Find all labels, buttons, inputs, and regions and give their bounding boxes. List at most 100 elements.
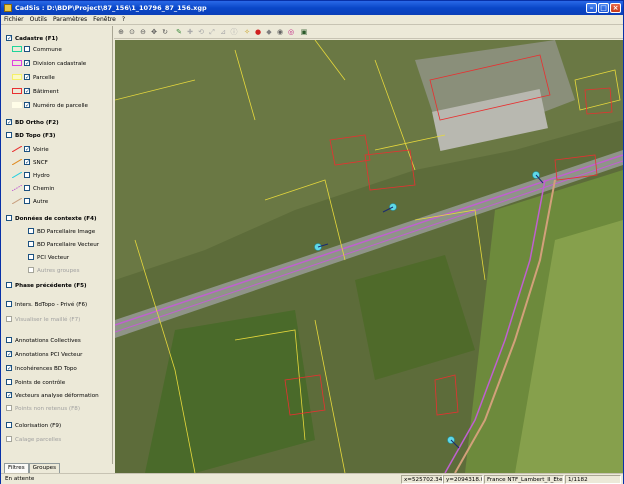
layer-voirie[interactable]: ✓ Voirie: [12, 145, 49, 155]
legend-line: [12, 171, 22, 178]
checkbox[interactable]: ✓: [24, 59, 30, 66]
checkbox[interactable]: [6, 281, 12, 288]
legend-swatch: [12, 45, 22, 52]
layer-vecteurs[interactable]: ✓ Vecteurs analyse déformation: [6, 391, 99, 401]
rotate-icon[interactable]: ⟲: [196, 27, 206, 37]
menu-help[interactable]: ?: [119, 15, 128, 25]
layer-points[interactable]: Points de contrôle: [6, 378, 65, 388]
title-bar: CadSis : D:\BDP\Project\87_156\1_10796_8…: [1, 1, 623, 15]
projection: France NTF_Lambert_II_Etendu: [484, 475, 564, 484]
info-icon[interactable]: ⓘ: [229, 27, 239, 37]
image-icon[interactable]: ▣: [299, 27, 309, 37]
move-icon[interactable]: ✚: [185, 27, 195, 37]
menu-bar: Fichier Outils Paramètres Fenêtre?: [1, 15, 623, 25]
tab-filtres[interactable]: Filtres: [4, 463, 29, 473]
menu-fenetre[interactable]: Fenêtre: [90, 15, 119, 25]
checkbox[interactable]: ✓: [6, 118, 12, 125]
layer-annot-pci[interactable]: ✓ Annotations PCI Vecteur: [6, 350, 82, 360]
checkbox[interactable]: ✓: [24, 73, 30, 80]
window-title: CadSis : D:\BDP\Project\87_156\1_10796_8…: [15, 4, 207, 12]
layer-division[interactable]: ✓ Division cadastrale: [12, 59, 86, 69]
checkbox[interactable]: [6, 378, 12, 385]
select-icon[interactable]: ✎: [174, 27, 184, 37]
circle-icon[interactable]: ◉: [275, 27, 285, 37]
tab-groupes[interactable]: Groupes: [28, 463, 61, 473]
map-view[interactable]: [115, 40, 623, 473]
pan-icon[interactable]: ✥: [149, 27, 159, 37]
checkbox: [28, 266, 34, 273]
checkbox[interactable]: ✓: [24, 101, 30, 108]
layer-cadastre[interactable]: ✓ Cadastre (F1): [6, 34, 58, 44]
layer-parcelle[interactable]: ✓ Parcelle: [12, 73, 55, 83]
target-icon[interactable]: ◎: [286, 27, 296, 37]
checkbox[interactable]: ✓: [6, 391, 12, 398]
checkbox[interactable]: [28, 253, 34, 260]
menu-fichier[interactable]: Fichier: [1, 15, 27, 25]
map-scale: 1/1182: [565, 475, 621, 484]
legend-line: [12, 158, 22, 165]
checkbox[interactable]: ✓: [6, 364, 12, 371]
layer-contexte[interactable]: Données de contexte (F4): [6, 214, 97, 224]
layer-annot-coll[interactable]: Annotations Collectives: [6, 336, 81, 346]
checkbox[interactable]: ✓: [6, 34, 12, 41]
checkbox: [6, 315, 12, 322]
layer-bdortho[interactable]: ✓ BD Ortho (F2): [6, 118, 59, 128]
pin-icon[interactable]: ✧: [242, 27, 252, 37]
x-coordinate: x=525702.342: [401, 475, 443, 484]
layer-hydro[interactable]: Hydro: [12, 171, 50, 181]
checkbox[interactable]: ✓: [24, 145, 30, 152]
checkbox[interactable]: [28, 227, 34, 234]
zoom-in-icon[interactable]: ⊕: [116, 27, 126, 37]
minimize-button[interactable]: –: [586, 3, 597, 13]
layer-commune[interactable]: Commune: [12, 45, 62, 55]
checkbox[interactable]: ✓: [24, 87, 30, 94]
maximize-button[interactable]: □: [598, 3, 609, 13]
layer-autre[interactable]: Autre: [12, 197, 48, 207]
menu-outils[interactable]: Outils: [27, 15, 50, 25]
checkbox[interactable]: ✓: [24, 158, 30, 165]
checkbox[interactable]: ✓: [6, 350, 12, 357]
checkbox[interactable]: [24, 184, 30, 191]
checkbox[interactable]: [24, 171, 30, 178]
checkbox[interactable]: [6, 131, 12, 138]
checkbox: [6, 435, 12, 442]
layer-bdp-image[interactable]: BD Parcellaire Image: [28, 227, 95, 237]
checkbox[interactable]: [6, 300, 12, 307]
layer-pci-vecteur[interactable]: PCI Vecteur: [28, 253, 69, 263]
layer-batiment[interactable]: ✓ Bâtiment: [12, 87, 59, 97]
checkbox[interactable]: [6, 421, 12, 428]
layer-visualiser: Visualiser le maillé (F7): [6, 315, 80, 325]
y-coordinate: y=2094318.022: [443, 475, 483, 484]
checkbox[interactable]: [6, 214, 12, 221]
checkbox[interactable]: [24, 45, 30, 52]
layer-bdp-vecteur[interactable]: BD Parcellaire Vecteur: [28, 240, 99, 250]
layer-bdtopo[interactable]: BD Topo (F3): [6, 131, 55, 141]
layer-incoherences[interactable]: ✓ Incohérences BD Topo: [6, 364, 77, 374]
layer-inters[interactable]: Inters. BdTopo - Privé (F6): [6, 300, 87, 310]
checkbox[interactable]: [28, 240, 34, 247]
layer-colorisation[interactable]: Colorisation (F9): [6, 421, 61, 431]
zoom-out-icon[interactable]: ⊖: [138, 27, 148, 37]
blue-marker-icon[interactable]: ◆: [264, 27, 274, 37]
layer-sncf[interactable]: ✓ SNCF: [12, 158, 48, 168]
measure-icon[interactable]: ⊿: [218, 27, 228, 37]
application-window: CadSis : D:\BDP\Project\87_156\1_10796_8…: [0, 0, 624, 484]
status-bar: En attente x=525702.342 y=2094318.022 Fr…: [1, 473, 623, 484]
close-button[interactable]: ×: [610, 3, 621, 13]
refresh-icon[interactable]: ↻: [160, 27, 170, 37]
panel-tabs: Filtres Groupes: [4, 463, 61, 473]
legend-line: [12, 197, 22, 204]
legend-swatch: [12, 101, 22, 108]
scale-icon[interactable]: ⤢: [207, 27, 217, 37]
app-icon: [4, 4, 12, 12]
menu-parametres[interactable]: Paramètres: [50, 15, 90, 25]
layer-phase[interactable]: Phase précédente (F5): [6, 281, 87, 291]
checkbox[interactable]: [24, 197, 30, 204]
zoom-window-icon[interactable]: ⊙: [127, 27, 137, 37]
layer-numero[interactable]: ✓ Numéro de parcelle: [12, 101, 88, 111]
orthophoto-map[interactable]: [115, 40, 623, 473]
layer-chemin[interactable]: Chemin: [12, 184, 54, 194]
checkbox[interactable]: [6, 336, 12, 343]
red-marker-icon[interactable]: ●: [253, 27, 263, 37]
status-message: En attente: [5, 476, 35, 482]
